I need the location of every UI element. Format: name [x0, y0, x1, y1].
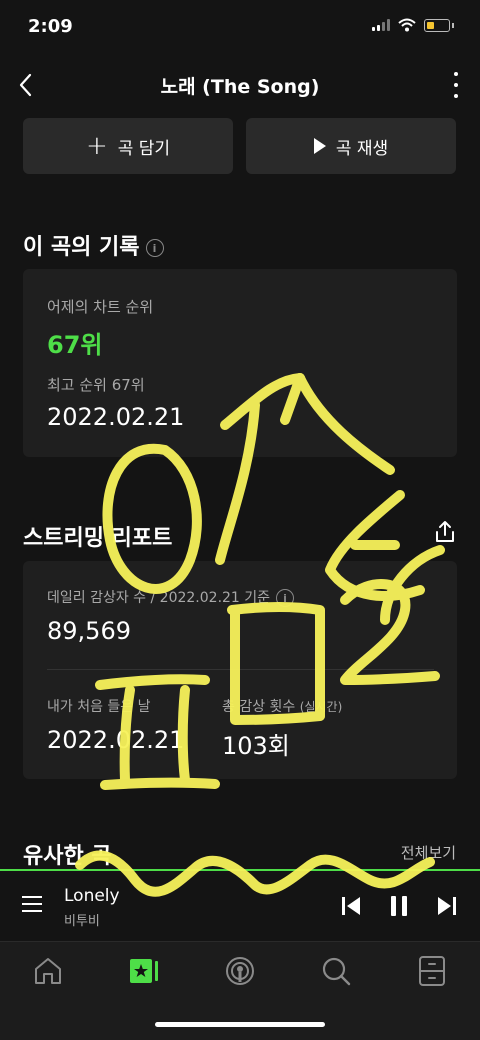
- divider: [47, 669, 434, 670]
- daily-listeners-label: 데일리 감상자 수 / 2022.02.21 기준 i: [47, 587, 295, 607]
- battery-icon: [424, 18, 450, 32]
- more-options-icon[interactable]: [446, 70, 466, 100]
- info-icon[interactable]: i: [276, 589, 295, 607]
- now-playing-title: Lonely: [64, 886, 120, 906]
- cellular-signal-icon: [372, 19, 390, 31]
- playlist-queue-icon[interactable]: [22, 896, 42, 912]
- total-plays-value: 103회: [222, 732, 290, 760]
- home-indicator: [155, 1022, 325, 1027]
- status-time: 2:09: [28, 16, 73, 37]
- previous-track-icon[interactable]: [338, 893, 364, 919]
- wifi-icon: [398, 18, 416, 32]
- streaming-report-title: 스트리밍 리포트: [23, 526, 173, 551]
- now-playing-artist: 비투비: [64, 914, 100, 929]
- podcast-icon[interactable]: [224, 955, 256, 987]
- daily-listeners-value: 89,569: [47, 617, 131, 645]
- best-rank-date: 2022.02.21: [47, 403, 185, 431]
- page-title: 노래 (The Song): [160, 76, 320, 98]
- record-section-title: 이 곡의 기록 i: [23, 229, 164, 261]
- play-song-label: 곡 재생: [335, 138, 389, 159]
- play-icon: [313, 138, 326, 154]
- info-icon[interactable]: i: [145, 239, 164, 257]
- best-rank-label: 최고 순위 67위: [47, 376, 145, 394]
- total-plays-label: 총 감상 횟수 (실시간): [222, 699, 343, 715]
- similar-songs-title: 유사한 곡: [23, 844, 112, 869]
- add-song-button[interactable]: + 곡 담기: [23, 118, 233, 174]
- battery-tip: [452, 22, 454, 28]
- share-icon[interactable]: [434, 520, 456, 544]
- add-song-label: 곡 담기: [117, 138, 171, 159]
- yesterday-rank-value: 67위: [47, 331, 103, 359]
- play-song-button[interactable]: 곡 재생: [246, 118, 456, 174]
- yesterday-rank-label: 어제의 차트 순위: [47, 298, 154, 316]
- search-icon[interactable]: [320, 955, 352, 987]
- see-all-link[interactable]: 전체보기: [401, 842, 456, 863]
- first-listen-value: 2022.02.21: [47, 726, 185, 754]
- storage-icon[interactable]: [416, 955, 448, 987]
- plus-icon: +: [85, 131, 108, 161]
- next-track-icon[interactable]: [434, 893, 460, 919]
- status-indicators: [372, 18, 454, 32]
- my-library-icon[interactable]: [128, 955, 160, 987]
- first-listen-label: 내가 처음 들은 날: [47, 699, 151, 715]
- pause-icon[interactable]: [386, 893, 412, 919]
- home-icon[interactable]: [32, 955, 64, 987]
